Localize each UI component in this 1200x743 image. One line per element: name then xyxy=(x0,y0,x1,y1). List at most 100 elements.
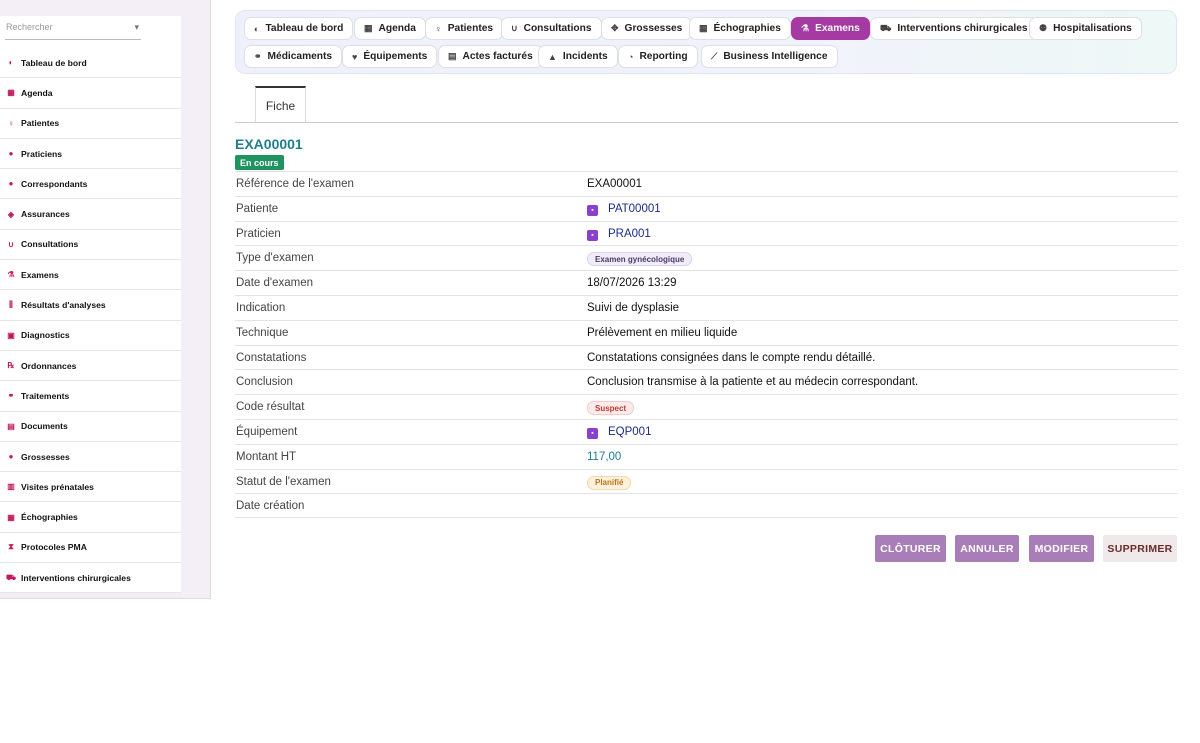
sidebar-item-label: Consultations xyxy=(21,239,79,250)
sidebar-item-documents[interactable]: ▤ Documents xyxy=(0,412,181,442)
modifier-button[interactable]: MODIFIER xyxy=(1029,535,1094,562)
tab-fiche[interactable]: Fiche xyxy=(255,86,306,123)
sidebar-item-label: Patientes xyxy=(21,118,60,129)
tab-label: Équipements xyxy=(363,51,428,62)
tab-label: Patientes xyxy=(447,23,494,34)
field-value: EXA00001 xyxy=(587,178,642,190)
hourglass-icon: ⧗ xyxy=(8,542,14,552)
equipement-link[interactable]: ▪ EQP001 xyxy=(587,426,651,440)
praticien-link[interactable]: ▪ PRA001 xyxy=(587,228,651,242)
sidebar-item-praticiens[interactable]: ● Praticiens xyxy=(0,139,181,170)
detail-row-conclusion: Conclusion Conclusion transmise à la pat… xyxy=(235,369,1178,394)
user-doctor-icon: ● xyxy=(8,149,14,159)
tab-agenda[interactable]: ▦ Agenda xyxy=(354,17,426,40)
type-badge: Examen gynécologique xyxy=(587,252,693,267)
sidebar-item-tableau-de-bord[interactable]: ◐ Tableau de bord xyxy=(0,48,181,79)
detail-row-date: Date d'examen 18/07/2026 13:29 xyxy=(235,270,1178,295)
tab-echographies[interactable]: ▦ Échographies xyxy=(689,17,791,40)
search-input[interactable]: Rechercher ▾ xyxy=(0,16,181,46)
status-planifie-badge: Planifié xyxy=(587,475,632,490)
sidebar-item-resultats-analyses[interactable]: ⫼ Résultats d'analyses xyxy=(0,290,181,321)
shield-icon: ◈ xyxy=(7,209,15,219)
sidebar-item-grossesses[interactable]: ● Grossesses xyxy=(0,442,181,473)
field-label: Type d'examen xyxy=(236,252,314,265)
tab-medicaments[interactable]: ⚭ Médicaments xyxy=(244,45,343,68)
field-label: Date d'examen xyxy=(236,277,313,290)
calendar-icon: ▪ xyxy=(587,428,598,440)
sidebar-item-echographies[interactable]: ▦ Échographies xyxy=(0,502,181,533)
field-label: Technique xyxy=(236,326,289,339)
sidebar-item-protocoles-pma[interactable]: ⧗ Protocoles PMA xyxy=(0,533,181,564)
field-label: Équipement xyxy=(236,425,298,438)
field-value-wrap: Examen gynécologique xyxy=(587,252,693,267)
tab-incidents[interactable]: ▲ Incidents xyxy=(538,45,618,68)
annuler-button[interactable]: ANNULER xyxy=(955,535,1019,562)
sidebar-item-label: Documents xyxy=(21,421,68,432)
sidebar-item-patientes[interactable]: ♀ Patientes xyxy=(0,109,181,139)
module-tab-bar: ◐ Tableau de bord ▦ Agenda ♀ Patientes ∪ Con… xyxy=(235,10,1177,74)
sidebar-item-traitements[interactable]: ⚭ Traitements xyxy=(0,381,181,412)
stethoscope-icon: ∪ xyxy=(511,23,518,33)
user-icon: ● xyxy=(8,179,14,189)
cloturer-button[interactable]: CLÔTURER xyxy=(875,535,946,562)
capsules-icon: ⚭ xyxy=(254,51,262,61)
supprimer-button[interactable]: SUPPRIMER xyxy=(1103,535,1177,562)
procedures-icon: ⛟ xyxy=(880,22,892,33)
field-label: Montant HT xyxy=(236,450,297,463)
sidebar-item-assurances[interactable]: ◈ Assurances xyxy=(0,199,181,230)
tab-label: Médicaments xyxy=(267,51,333,62)
tab-hospitalisations[interactable]: ⚉ Hospitalisations xyxy=(1029,17,1142,40)
detail-row-montant: Montant HT 117,00 xyxy=(235,443,1178,469)
detail-row-reference: Référence de l'examen EXA00001 xyxy=(235,171,1178,196)
field-label: Conclusion xyxy=(236,376,293,389)
detail-row-statut: Statut de l'examen Planifié xyxy=(235,468,1178,494)
sidebar-item-label: Diagnostics xyxy=(21,330,70,341)
tab-grossesses[interactable]: ✥ Grossesses xyxy=(601,17,693,40)
sidebar-item-label: Grossesses xyxy=(21,451,70,462)
sidebar-item-label: Examens xyxy=(21,269,59,280)
tab-equipements[interactable]: ♥ Équipements xyxy=(342,45,438,68)
tab-consultations[interactable]: ∪ Consultations xyxy=(501,17,602,40)
field-label: Constatations xyxy=(236,351,307,364)
tab-label: Actes facturés xyxy=(462,51,533,62)
detail-row-praticien: Praticien ▪ PRA001 xyxy=(235,220,1178,246)
sidebar-item-label: Résultats d'analyses xyxy=(21,300,106,311)
microscope-icon: ⚗ xyxy=(7,270,15,280)
patiente-link[interactable]: ▪ PAT00001 xyxy=(587,203,661,217)
tab-label: Consultations xyxy=(523,23,592,34)
tab-label: Reporting xyxy=(639,51,688,62)
tab-business-intelligence[interactable]: ⟋ Business Intelligence xyxy=(701,45,838,68)
tab-examens[interactable]: ⚗ Examens xyxy=(791,17,870,40)
sidebar-item-ordonnances[interactable]: ℞ Ordonnances xyxy=(0,351,181,382)
tab-label: Hospitalisations xyxy=(1053,23,1132,34)
field-value-wrap: Suspect xyxy=(587,401,635,416)
tab-tableau-de-bord[interactable]: ◐ Tableau de bord xyxy=(244,17,354,40)
field-label: Statut de l'examen xyxy=(236,475,331,488)
sidebar-item-correspondants[interactable]: ● Correspondants xyxy=(0,169,181,200)
stethoscope-icon: ∪ xyxy=(8,239,14,249)
sidebar-item-examens[interactable]: ⚗ Examens xyxy=(0,260,181,291)
sidebar-item-interventions-chirurgicales[interactable]: ⛟ Interventions chirurgicales xyxy=(0,563,181,594)
female-icon: ♀ xyxy=(435,23,442,34)
sidebar-item-label: Agenda xyxy=(21,87,53,98)
sidebar-item-visites-prenatales[interactable]: ▥ Visites prénatales xyxy=(0,472,181,503)
calendar-icon: ▦ xyxy=(7,88,15,98)
field-label: Praticien xyxy=(236,227,281,240)
invoice-icon: ▤ xyxy=(448,51,457,61)
field-value: Constatations consignées dans le compte … xyxy=(587,351,876,364)
chevron-down-icon[interactable]: ▾ xyxy=(134,22,139,33)
procedures-icon: ⛟ xyxy=(5,572,17,582)
baby-icon: ● xyxy=(8,452,14,461)
sidebar-item-diagnostics[interactable]: ▣ Diagnostics xyxy=(0,321,181,351)
tab-actes-factures[interactable]: ▤ Actes facturés xyxy=(438,45,543,68)
baby-icon: ✥ xyxy=(611,23,619,33)
tab-label: Interventions chirurgicales xyxy=(897,23,1028,34)
clipboard-icon: ▥ xyxy=(7,482,15,492)
tab-interventions-chirurgicales[interactable]: ⛟ Interventions chirurgicales xyxy=(870,17,1038,40)
sidebar-item-agenda[interactable]: ▦ Agenda xyxy=(0,78,181,109)
sidebar-item-consultations[interactable]: ∪ Consultations xyxy=(0,230,181,261)
field-value: Conclusion transmise à la patiente et au… xyxy=(587,376,919,389)
tab-reporting[interactable]: ◔ Reporting xyxy=(618,45,698,68)
field-value-wrap: Planifié xyxy=(587,475,632,490)
tab-patientes[interactable]: ♀ Patientes xyxy=(425,17,504,40)
